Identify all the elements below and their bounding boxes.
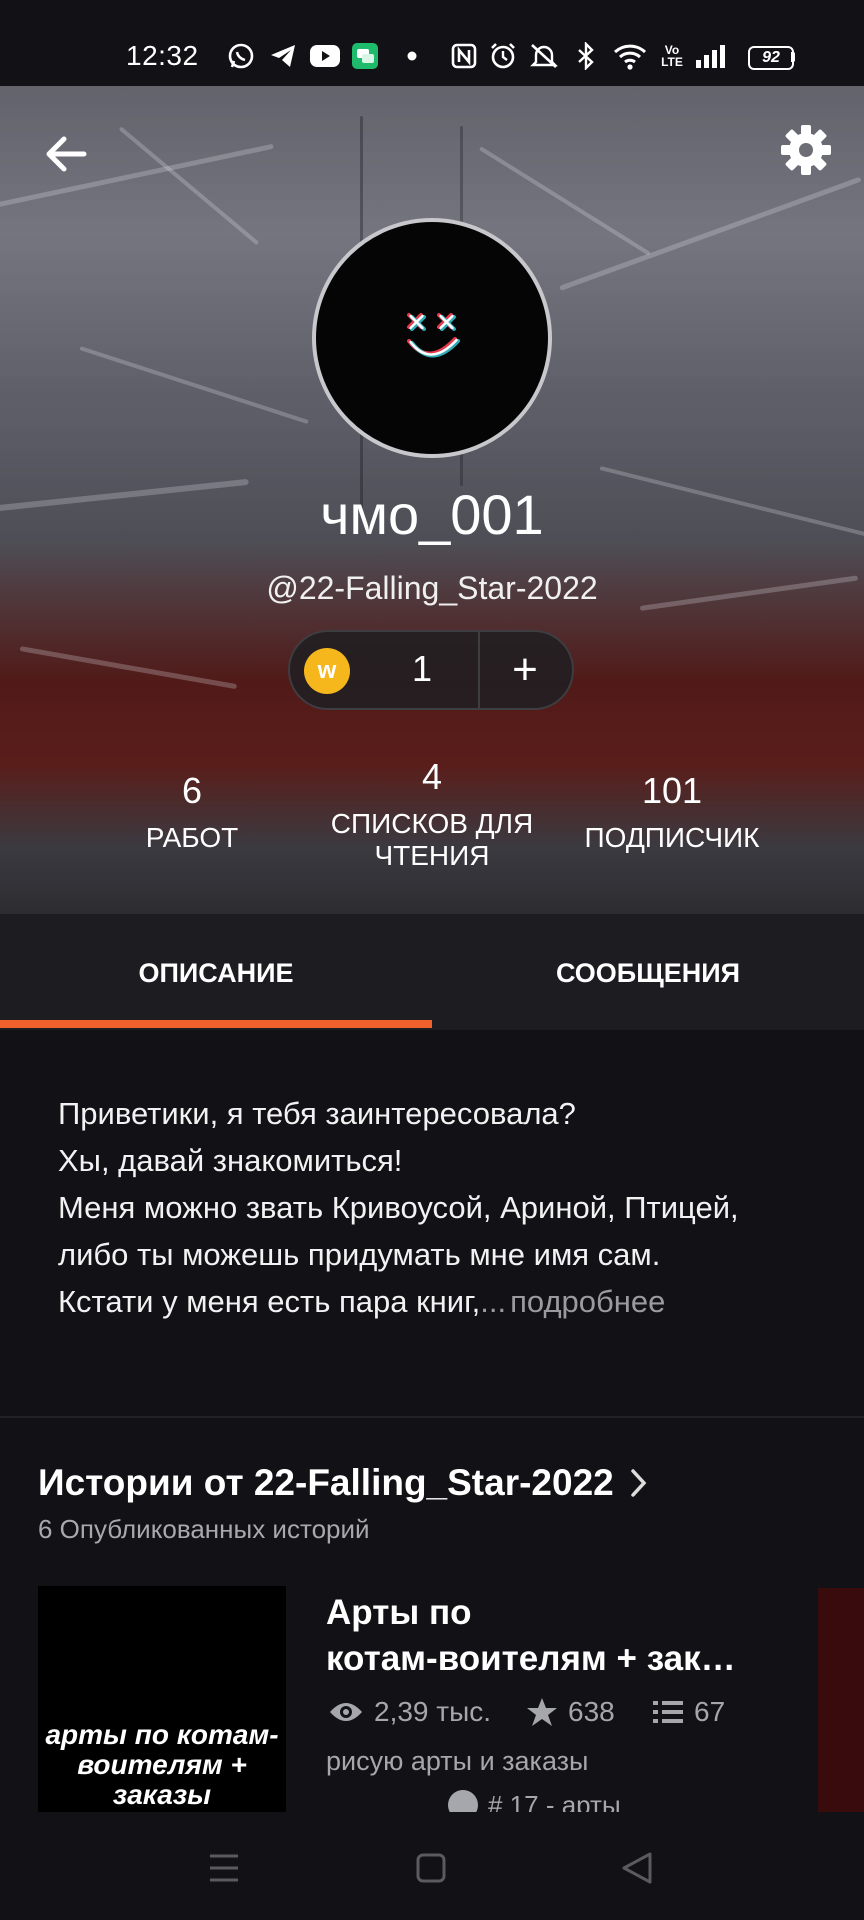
- back-arrow-icon[interactable]: [40, 126, 96, 182]
- volte-icon: Vo LTE: [661, 43, 683, 69]
- coin-count: 1: [411, 648, 433, 689]
- story-views-value: 2,39 тыс.: [374, 1696, 492, 1727]
- stat-followers-label: ПОДПИСЧИК: [584, 822, 760, 853]
- story-cover-text: арты по котам-воителям + заказы: [45, 1719, 279, 1810]
- story-title[interactable]: Арты по котам-воителям + зак…: [326, 1590, 766, 1682]
- chevron-right-icon[interactable]: [628, 1466, 650, 1510]
- signal-icon: [694, 42, 732, 70]
- stories-section-title[interactable]: Истории от 22-Falling_Star-2022: [38, 1462, 614, 1504]
- stat-followers-value: 101: [641, 770, 703, 811]
- bluetooth-icon: [572, 42, 600, 70]
- coin-icon: w: [304, 648, 350, 694]
- avatar[interactable]: [312, 218, 552, 458]
- chat-app-icon: [350, 42, 380, 70]
- story-parts-value: 67: [694, 1696, 726, 1727]
- add-coins-button[interactable]: +: [480, 632, 570, 708]
- story-title-line: Арты по: [326, 1593, 472, 1632]
- nfc-icon: [450, 42, 478, 70]
- list-icon: [653, 1701, 683, 1723]
- next-story-cover-peek[interactable]: [818, 1588, 864, 1812]
- user-handle: @22-Falling_Star-2022: [266, 570, 598, 606]
- story-rank: # 17 - арты: [448, 1790, 621, 1812]
- about-line: Приветики, я тебя заинтересовала?: [58, 1096, 576, 1131]
- eye-icon: [330, 1703, 362, 1721]
- rank-badge-icon: [448, 1790, 478, 1812]
- story-views: 2,39 тыс.: [328, 1696, 491, 1728]
- about-ellipsis: ...: [480, 1284, 507, 1319]
- about-line: Кстати у меня есть пара книг,: [58, 1284, 481, 1319]
- about-line-last: Кстати у меня есть пара книг,... подробне…: [58, 1278, 838, 1325]
- stat-reading-lists-value: 4: [421, 756, 443, 797]
- stories-count: 6 Опубликованных историй: [38, 1514, 370, 1544]
- story-parts: 67: [652, 1696, 725, 1728]
- display-name: чмо_001: [320, 483, 544, 546]
- stat-works-value: 6: [181, 770, 203, 811]
- read-more-link[interactable]: подробнее: [510, 1284, 665, 1319]
- about-text: Приветики, я тебя заинтересовала? Хы, да…: [58, 1090, 838, 1325]
- tab-description[interactable]: ОПИСАНИЕ: [0, 958, 432, 989]
- coin-symbol: w: [317, 657, 337, 684]
- status-time: 12:32: [126, 40, 199, 71]
- tab-messages[interactable]: СООБЩЕНИЯ: [432, 958, 864, 989]
- wifi-icon: [612, 42, 648, 70]
- story-description: рисую арты и заказы: [326, 1746, 589, 1776]
- stat-reading-lists-label: СПИСКОВ ДЛЯ ЧТЕНИЯ: [330, 808, 534, 871]
- active-tab-indicator: [0, 1020, 432, 1028]
- menu-icon[interactable]: [194, 1846, 254, 1890]
- story-rank-text: # 17 - арты: [488, 1790, 621, 1812]
- back-triangle-icon[interactable]: [608, 1846, 668, 1890]
- story-title-line: котам-воителям + зак…: [326, 1639, 736, 1678]
- glitch-smiley-icon: [407, 313, 460, 358]
- story-votes-value: 638: [568, 1696, 615, 1727]
- home-square-icon[interactable]: [402, 1846, 462, 1890]
- mute-icon: [528, 42, 560, 70]
- stat-works[interactable]: 6 РАБОТ: [72, 770, 312, 854]
- about-line: Меня можно звать Кривоусой, Ариной, Птиц…: [58, 1190, 739, 1225]
- stat-works-label: РАБОТ: [145, 822, 239, 853]
- dot-icon: [402, 42, 422, 70]
- battery-tip: [791, 52, 795, 62]
- gear-icon[interactable]: [776, 120, 836, 180]
- section-divider: [0, 1416, 864, 1418]
- about-line: Хы, давай знакомиться!: [58, 1143, 403, 1178]
- battery-indicator: 92: [748, 46, 794, 70]
- story-votes: 638: [526, 1696, 615, 1728]
- youtube-icon: [308, 42, 342, 70]
- about-line: либо ты можешь придумать мне имя сам.: [58, 1237, 661, 1272]
- telegram-icon: [268, 42, 298, 70]
- stat-followers[interactable]: 101 ПОДПИСЧИК: [552, 770, 792, 854]
- stat-reading-lists[interactable]: 4 СПИСКОВ ДЛЯ ЧТЕНИЯ: [312, 756, 552, 872]
- whatsapp-icon: [226, 42, 256, 70]
- star-icon: [527, 1698, 557, 1726]
- alarm-icon: [488, 42, 518, 70]
